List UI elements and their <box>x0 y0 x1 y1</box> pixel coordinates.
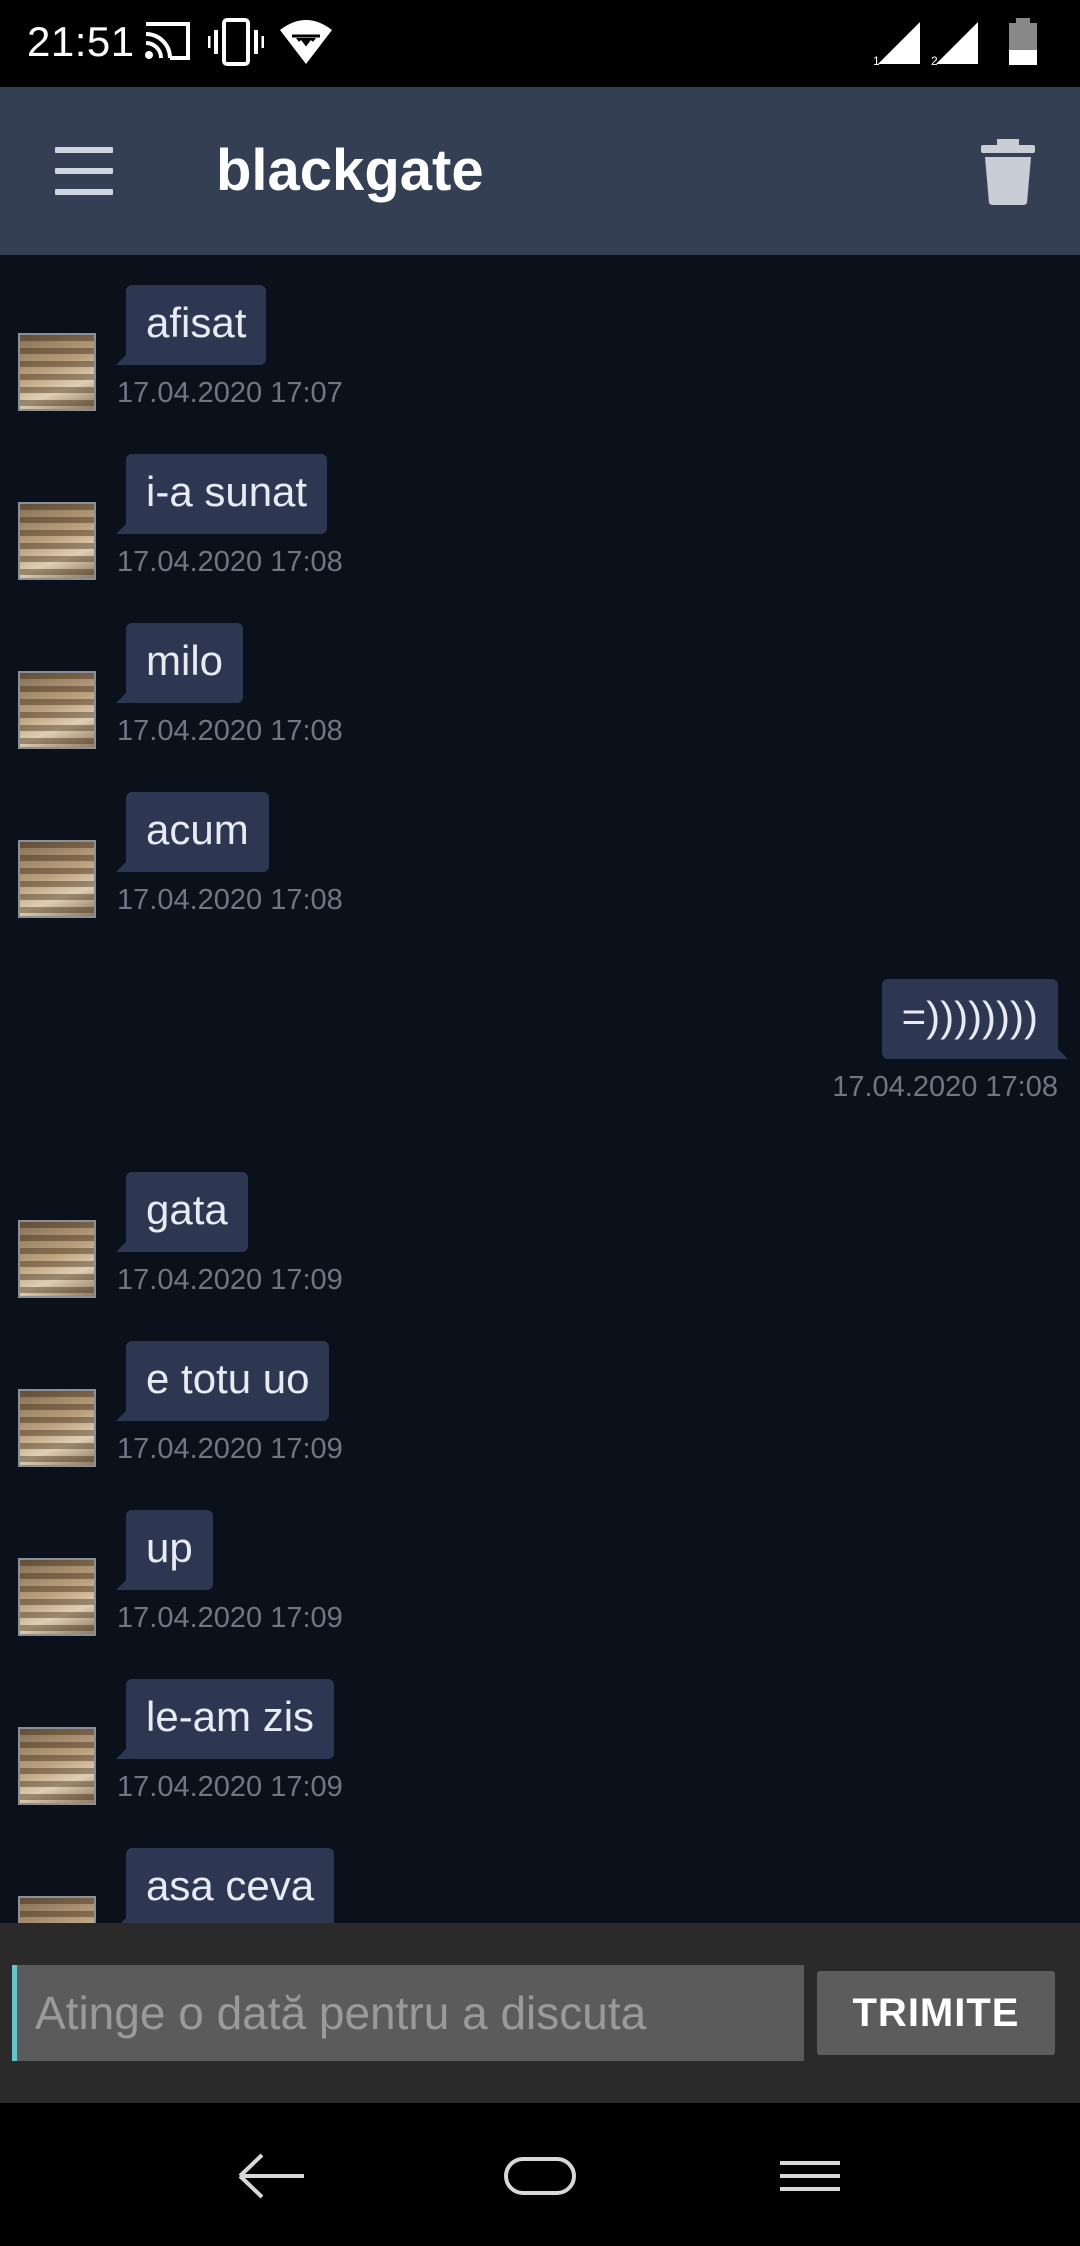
back-icon[interactable] <box>220 2141 320 2211</box>
vibrate-icon <box>208 18 264 66</box>
message-timestamp: 17.04.2020 17:09 <box>117 1771 343 1803</box>
trash-icon[interactable] <box>975 139 1041 205</box>
avatar[interactable] <box>18 333 96 411</box>
message-bubble[interactable]: gata <box>116 1172 248 1252</box>
page-title: blackgate <box>216 138 484 203</box>
message-timestamp: 17.04.2020 17:07 <box>117 377 343 409</box>
app-bar: blackgate <box>0 87 1080 255</box>
message-timestamp: 17.04.2020 17:08 <box>117 546 343 578</box>
message-item: milo 17.04.2020 17:08 <box>0 623 1080 783</box>
message-bubble[interactable]: acum <box>116 792 269 872</box>
message-item-outgoing: =)))))))) 17.04.2020 17:08 <box>0 979 1080 1139</box>
message-bubble[interactable]: asa ceva <box>115 1848 335 1923</box>
signal-sim2-icon <box>936 22 978 64</box>
composer: TRIMITE <box>0 1923 1080 2103</box>
message-item: acum 17.04.2020 17:08 <box>0 792 1080 952</box>
status-time: 21:51 <box>27 18 135 65</box>
message-timestamp: 17.04.2020 17:09 <box>117 1433 343 1465</box>
message-bubble[interactable]: milo <box>115 623 244 703</box>
message-timestamp: 17.04.2020 17:08 <box>832 1071 1058 1103</box>
message-item: e totu uo 17.04.2020 17:09 <box>0 1341 1080 1501</box>
message-item: asa ceva <box>0 1848 1080 1923</box>
message-bubble[interactable]: =)))))))) <box>881 979 1069 1059</box>
navigation-bar <box>0 2103 1080 2246</box>
battery-icon <box>1009 18 1037 65</box>
message-item: up 17.04.2020 17:09 <box>0 1510 1080 1670</box>
recents-icon[interactable] <box>760 2141 860 2211</box>
avatar[interactable] <box>18 1558 96 1636</box>
status-bar: 21:51 1 2 <box>0 0 1080 87</box>
wifi-icon <box>280 20 332 64</box>
message-bubble[interactable]: up <box>116 1510 213 1590</box>
cast-icon <box>145 22 190 60</box>
message-bubble[interactable]: e totu uo <box>115 1341 330 1421</box>
message-bubble[interactable]: i-a sunat <box>115 454 328 534</box>
message-bubble[interactable]: afisat <box>115 285 267 365</box>
avatar[interactable] <box>18 1727 96 1805</box>
message-item: i-a sunat 17.04.2020 17:08 <box>0 454 1080 614</box>
message-item: afisat 17.04.2020 17:07 <box>0 285 1080 445</box>
message-item: le-am zis 17.04.2020 17:09 <box>0 1679 1080 1839</box>
message-timestamp: 17.04.2020 17:08 <box>117 715 343 747</box>
menu-icon[interactable] <box>50 139 120 203</box>
signal-sim1-icon <box>878 22 920 64</box>
home-icon[interactable] <box>490 2141 590 2211</box>
message-item: gata 17.04.2020 17:09 <box>0 1172 1080 1332</box>
message-timestamp: 17.04.2020 17:08 <box>117 884 343 916</box>
avatar[interactable] <box>18 1896 96 1923</box>
message-bubble[interactable]: le-am zis <box>115 1679 335 1759</box>
avatar[interactable] <box>18 502 96 580</box>
message-input[interactable] <box>12 1965 804 2061</box>
message-list[interactable]: afisat 17.04.2020 17:07 i-a sunat 17.04.… <box>0 255 1080 1923</box>
chat-screen: 21:51 1 2 blackgate afisat 17.04.2020 17… <box>0 0 1080 2246</box>
message-timestamp: 17.04.2020 17:09 <box>117 1602 343 1634</box>
avatar[interactable] <box>18 840 96 918</box>
avatar[interactable] <box>18 1220 96 1298</box>
avatar[interactable] <box>18 1389 96 1467</box>
send-button[interactable]: TRIMITE <box>817 1971 1055 2055</box>
message-timestamp: 17.04.2020 17:09 <box>117 1264 343 1296</box>
avatar[interactable] <box>18 671 96 749</box>
